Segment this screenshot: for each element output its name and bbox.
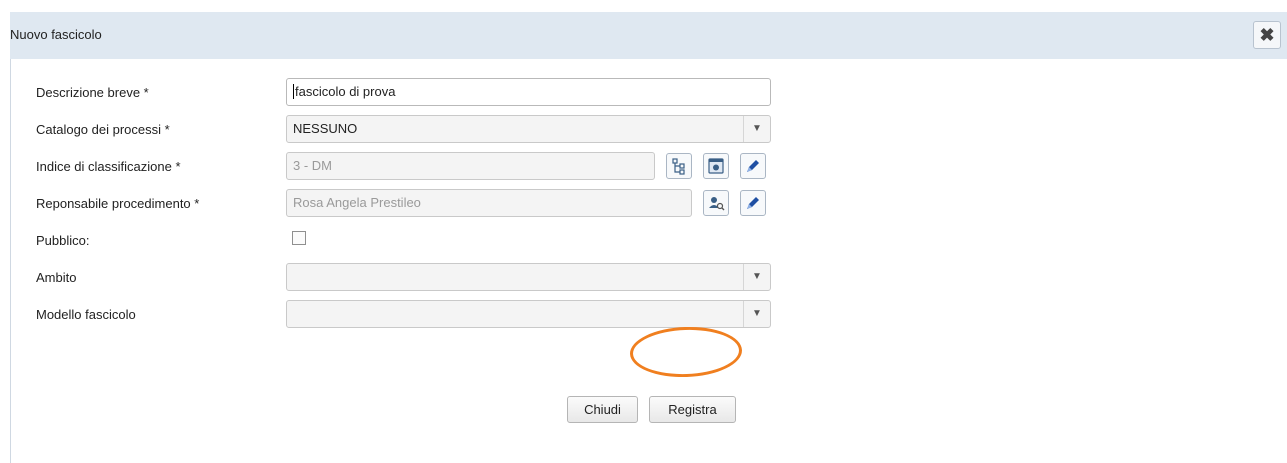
process-catalog-select[interactable]: NESSUNO ▼ <box>286 115 771 143</box>
classification-index-value: 3 - DM <box>293 158 332 173</box>
dossier-model-select[interactable]: ▼ <box>286 300 771 328</box>
dossier-model-label: Modello fascicolo <box>36 307 136 322</box>
description-value: fascicolo di prova <box>293 84 396 99</box>
edit-icon[interactable] <box>740 190 766 216</box>
public-checkbox[interactable] <box>292 231 306 245</box>
description-input[interactable]: fascicolo di prova <box>286 78 771 106</box>
new-dossier-dialog: Nuovo fascicolo ✖ Descrizione breve * fa… <box>10 12 1287 463</box>
public-label: Pubblico: <box>36 233 90 248</box>
responsible-label: Reponsabile procedimento * <box>36 196 200 211</box>
scope-select[interactable]: ▼ <box>286 263 771 291</box>
chevron-down-icon[interactable]: ▼ <box>743 301 770 327</box>
dialog-title: Nuovo fascicolo <box>10 27 102 42</box>
description-label: Descrizione breve * <box>36 85 149 100</box>
scope-label: Ambito <box>36 270 77 285</box>
chevron-down-icon[interactable]: ▼ <box>743 264 770 290</box>
close-button[interactable]: Chiudi <box>567 396 638 423</box>
responsible-field: Rosa Angela Prestileo <box>286 189 692 217</box>
save-button[interactable]: Registra <box>649 396 736 423</box>
process-catalog-value: NESSUNO <box>293 121 358 136</box>
tree-icon[interactable] <box>666 153 692 179</box>
close-icon[interactable]: ✖ <box>1253 21 1281 49</box>
classification-index-field: 3 - DM <box>286 152 655 180</box>
classification-index-label: Indice di classificazione * <box>36 159 181 174</box>
chevron-down-icon[interactable]: ▼ <box>743 116 770 142</box>
dialog-body: Descrizione breve * fascicolo di prova C… <box>10 59 1287 463</box>
user-search-icon[interactable] <box>703 190 729 216</box>
edit-icon[interactable] <box>740 153 766 179</box>
process-catalog-label: Catalogo dei processi * <box>36 122 170 137</box>
responsible-value: Rosa Angela Prestileo <box>293 195 421 210</box>
dialog-titlebar: Nuovo fascicolo ✖ <box>10 12 1287 59</box>
browse-icon[interactable] <box>703 153 729 179</box>
